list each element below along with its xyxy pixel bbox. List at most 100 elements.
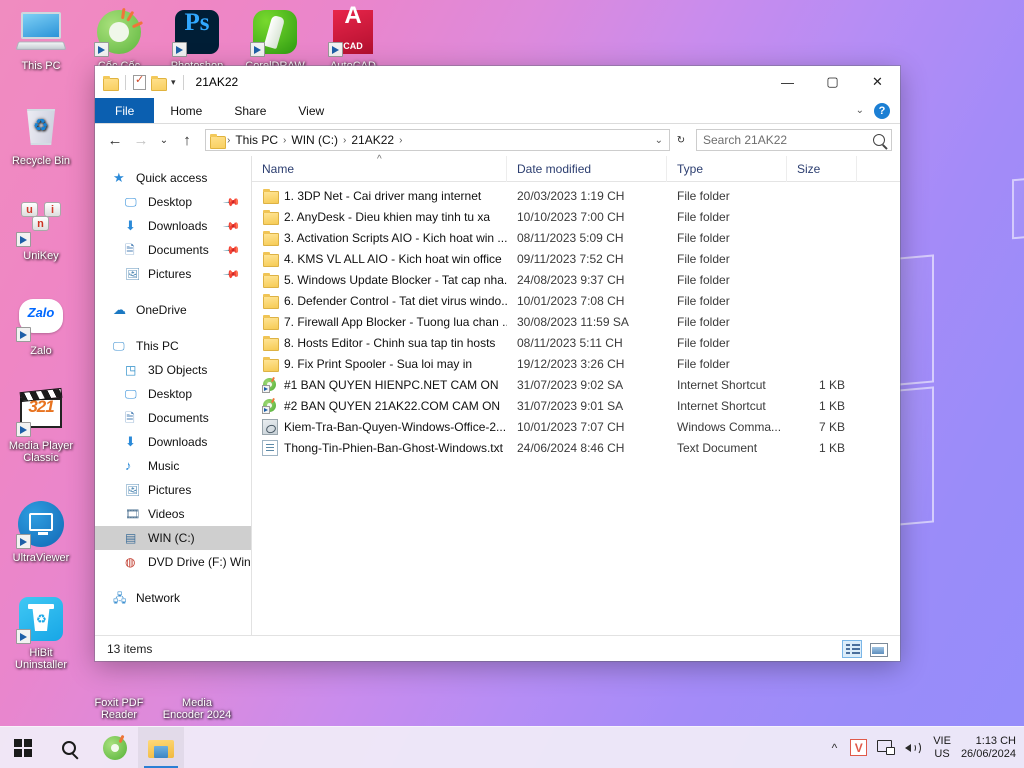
- table-row[interactable]: 1. 3DP Net - Cai driver mang internet 20/…: [252, 185, 900, 206]
- system-tray[interactable]: ^ V VIE US 1:13 CH 26/06/2024: [829, 727, 1024, 768]
- details-view-button[interactable]: [842, 639, 862, 658]
- up-button[interactable]: ↑: [175, 128, 199, 152]
- language-indicator[interactable]: VIE US: [933, 735, 951, 761]
- pin-icon[interactable]: 📌: [223, 241, 242, 260]
- table-row[interactable]: 6. Defender Control - Tat diet virus win…: [252, 290, 900, 311]
- recent-locations-button[interactable]: ⌄: [155, 128, 173, 152]
- table-row[interactable]: 8. Hosts Editor - Chinh sua tap tin host…: [252, 332, 900, 353]
- desktop-icon-recycle-bin[interactable]: ♻ Recycle Bin: [2, 103, 80, 167]
- close-button[interactable]: ✕: [855, 66, 900, 98]
- desktop-icon-ultraviewer[interactable]: UltraViewer: [2, 500, 80, 564]
- sidebar-item-videos[interactable]: 🎞 Videos: [95, 502, 251, 526]
- large-icons-view-button[interactable]: [868, 640, 888, 658]
- file-rows[interactable]: 1. 3DP Net - Cai driver mang internet 20/…: [252, 182, 900, 635]
- clock[interactable]: 1:13 CH 26/06/2024: [961, 735, 1016, 761]
- table-row[interactable]: 3. Activation Scripts AIO - Kich hoat wi…: [252, 227, 900, 248]
- file-explorer-window[interactable]: ▾ 21AK22 — ▢ ✕ File Home Share View ⌄ ? …: [95, 66, 900, 661]
- desktop[interactable]: This PC ♻ Recycle Bin uin UniKey Zalo Za…: [0, 0, 1024, 768]
- show-hidden-icons-button[interactable]: ^: [829, 741, 841, 755]
- file-list-pane[interactable]: Name ^ Date modified Type Size 1. 3DP Ne…: [252, 154, 900, 635]
- address-dropdown-icon[interactable]: ⌄: [655, 135, 663, 146]
- file-name-cell[interactable]: 9. Fix Print Spooler - Sua loi may in: [252, 356, 507, 372]
- pin-icon[interactable]: 📌: [223, 217, 242, 236]
- column-header-date-modified[interactable]: Date modified: [507, 155, 667, 182]
- sidebar-item-win-c[interactable]: ▤ WIN (C:): [95, 526, 251, 550]
- tab-share[interactable]: Share: [218, 98, 282, 123]
- file-name-cell[interactable]: #2 BAN QUYEN 21AK22.COM CAM ON: [252, 397, 507, 414]
- breadcrumb-this-pc[interactable]: This PC: [232, 133, 281, 147]
- table-row[interactable]: 5. Windows Update Blocker - Tat cap nha.…: [252, 269, 900, 290]
- taskbar-search-button[interactable]: [46, 727, 92, 768]
- desktop-icon-unikey[interactable]: uin UniKey: [2, 198, 80, 262]
- file-name-cell[interactable]: 2. AnyDesk - Dieu khien may tinh tu xa: [252, 209, 507, 225]
- file-name-cell[interactable]: 4. KMS VL ALL AIO - Kich hoat win office: [252, 251, 507, 267]
- desktop-icon-coreldraw[interactable]: CorelDRAW: [236, 8, 314, 72]
- sidebar-item-documents[interactable]: 🗎 Documents 📌: [95, 238, 251, 262]
- tab-file[interactable]: File: [95, 98, 155, 123]
- file-name-cell[interactable]: Thong-Tin-Phien-Ban-Ghost-Windows.txt: [252, 439, 507, 456]
- sidebar-item-network[interactable]: 🖧 Network: [95, 586, 251, 610]
- taskbar-app-file-explorer[interactable]: [138, 726, 184, 768]
- help-icon[interactable]: ?: [874, 102, 890, 119]
- table-row[interactable]: 4. KMS VL ALL AIO - Kich hoat win office…: [252, 248, 900, 269]
- sidebar-item-pictures-pc[interactable]: 🖼 Pictures: [95, 478, 251, 502]
- navigation-pane[interactable]: ★ Quick access 🖵 Desktop 📌 ⬇ Downloads 📌…: [95, 156, 252, 635]
- file-name-cell[interactable]: 8. Hosts Editor - Chinh sua tap tin host…: [252, 335, 507, 351]
- start-button[interactable]: [0, 727, 46, 768]
- unikey-tray-icon[interactable]: V: [850, 739, 868, 756]
- sidebar-item-onedrive[interactable]: ☁ OneDrive: [95, 298, 251, 322]
- ribbon-tabs[interactable]: File Home Share View ⌄ ?: [95, 98, 900, 124]
- search-input[interactable]: [703, 133, 873, 147]
- volume-tray-icon[interactable]: [905, 740, 923, 756]
- sidebar-item-3d-objects[interactable]: ◳ 3D Objects: [95, 358, 251, 382]
- file-name-cell[interactable]: 6. Defender Control - Tat diet virus win…: [252, 293, 507, 309]
- title-bar[interactable]: ▾ 21AK22 — ▢ ✕: [95, 66, 900, 98]
- column-headers[interactable]: Name ^ Date modified Type Size: [252, 154, 900, 182]
- tab-view[interactable]: View: [282, 98, 340, 123]
- file-name-cell[interactable]: 7. Firewall App Blocker - Tuong lua chan…: [252, 314, 507, 330]
- table-row[interactable]: Thong-Tin-Phien-Ban-Ghost-Windows.txt 24/…: [252, 437, 900, 458]
- window-controls[interactable]: — ▢ ✕: [765, 66, 900, 98]
- desktop-icon-zalo[interactable]: Zalo Zalo: [2, 293, 80, 357]
- table-row[interactable]: 9. Fix Print Spooler - Sua loi may in 19/…: [252, 353, 900, 374]
- file-name-cell[interactable]: 1. 3DP Net - Cai driver mang internet: [252, 188, 507, 204]
- column-header-name[interactable]: Name ^: [252, 154, 507, 182]
- chevron-down-icon[interactable]: ▾: [171, 77, 176, 88]
- table-row[interactable]: 7. Firewall App Blocker - Tuong lua chan…: [252, 311, 900, 332]
- back-button[interactable]: ←: [103, 128, 127, 152]
- search-box[interactable]: [696, 129, 892, 151]
- expand-ribbon-icon[interactable]: ⌄: [856, 105, 864, 116]
- table-row[interactable]: 2. AnyDesk - Dieu khien may tinh tu xa 10…: [252, 206, 900, 227]
- file-name-cell[interactable]: 3. Activation Scripts AIO - Kich hoat wi…: [252, 230, 507, 246]
- desktop-icon-autocad[interactable]: ACAD AutoCAD: [314, 4, 392, 72]
- new-folder-icon[interactable]: [151, 75, 167, 91]
- pin-icon[interactable]: 📌: [223, 193, 242, 212]
- desktop-icon-photoshop[interactable]: Ps Photoshop: [158, 8, 236, 72]
- sidebar-item-quick-access[interactable]: ★ Quick access: [95, 166, 251, 190]
- refresh-button[interactable]: ↻: [672, 128, 690, 152]
- breadcrumb-21ak22[interactable]: 21AK22: [348, 133, 397, 147]
- forward-button[interactable]: →: [129, 128, 153, 152]
- pin-icon[interactable]: 📌: [223, 265, 242, 284]
- desktop-icon-this-pc[interactable]: This PC: [2, 8, 80, 72]
- network-tray-icon[interactable]: [877, 740, 896, 755]
- file-name-cell[interactable]: Kiem-Tra-Ban-Quyen-Windows-Office-2...: [252, 418, 507, 435]
- sidebar-item-desktop[interactable]: 🖵 Desktop 📌: [95, 190, 251, 214]
- taskbar-app-coccoc[interactable]: [92, 727, 138, 768]
- navigation-bar[interactable]: ← → ⌄ ↑ › This PC › WIN (C:) › 21AK22 › …: [95, 124, 900, 156]
- address-bar[interactable]: › This PC › WIN (C:) › 21AK22 › ⌄: [205, 129, 670, 151]
- column-header-size[interactable]: Size: [787, 155, 857, 182]
- maximize-button[interactable]: ▢: [810, 66, 855, 98]
- sidebar-item-documents-pc[interactable]: 🗎 Documents: [95, 406, 251, 430]
- sidebar-item-downloads[interactable]: ⬇ Downloads 📌: [95, 214, 251, 238]
- folder-icon[interactable]: [103, 75, 119, 91]
- table-row[interactable]: #2 BAN QUYEN 21AK22.COM CAM ON 31/07/2023…: [252, 395, 900, 416]
- quick-access-toolbar[interactable]: ▾: [103, 73, 186, 91]
- tab-home[interactable]: Home: [154, 98, 218, 123]
- desktop-icon-hibit-uninstaller[interactable]: ♻ HiBit Uninstaller: [2, 595, 80, 671]
- sidebar-item-dvd-drive[interactable]: ◍ DVD Drive (F:) Win-: [95, 550, 251, 574]
- desktop-icon-coccoc[interactable]: Cốc Cốc: [80, 7, 158, 72]
- sidebar-item-desktop-pc[interactable]: 🖵 Desktop: [95, 382, 251, 406]
- table-row[interactable]: Kiem-Tra-Ban-Quyen-Windows-Office-2... 10…: [252, 416, 900, 437]
- column-header-type[interactable]: Type: [667, 155, 787, 182]
